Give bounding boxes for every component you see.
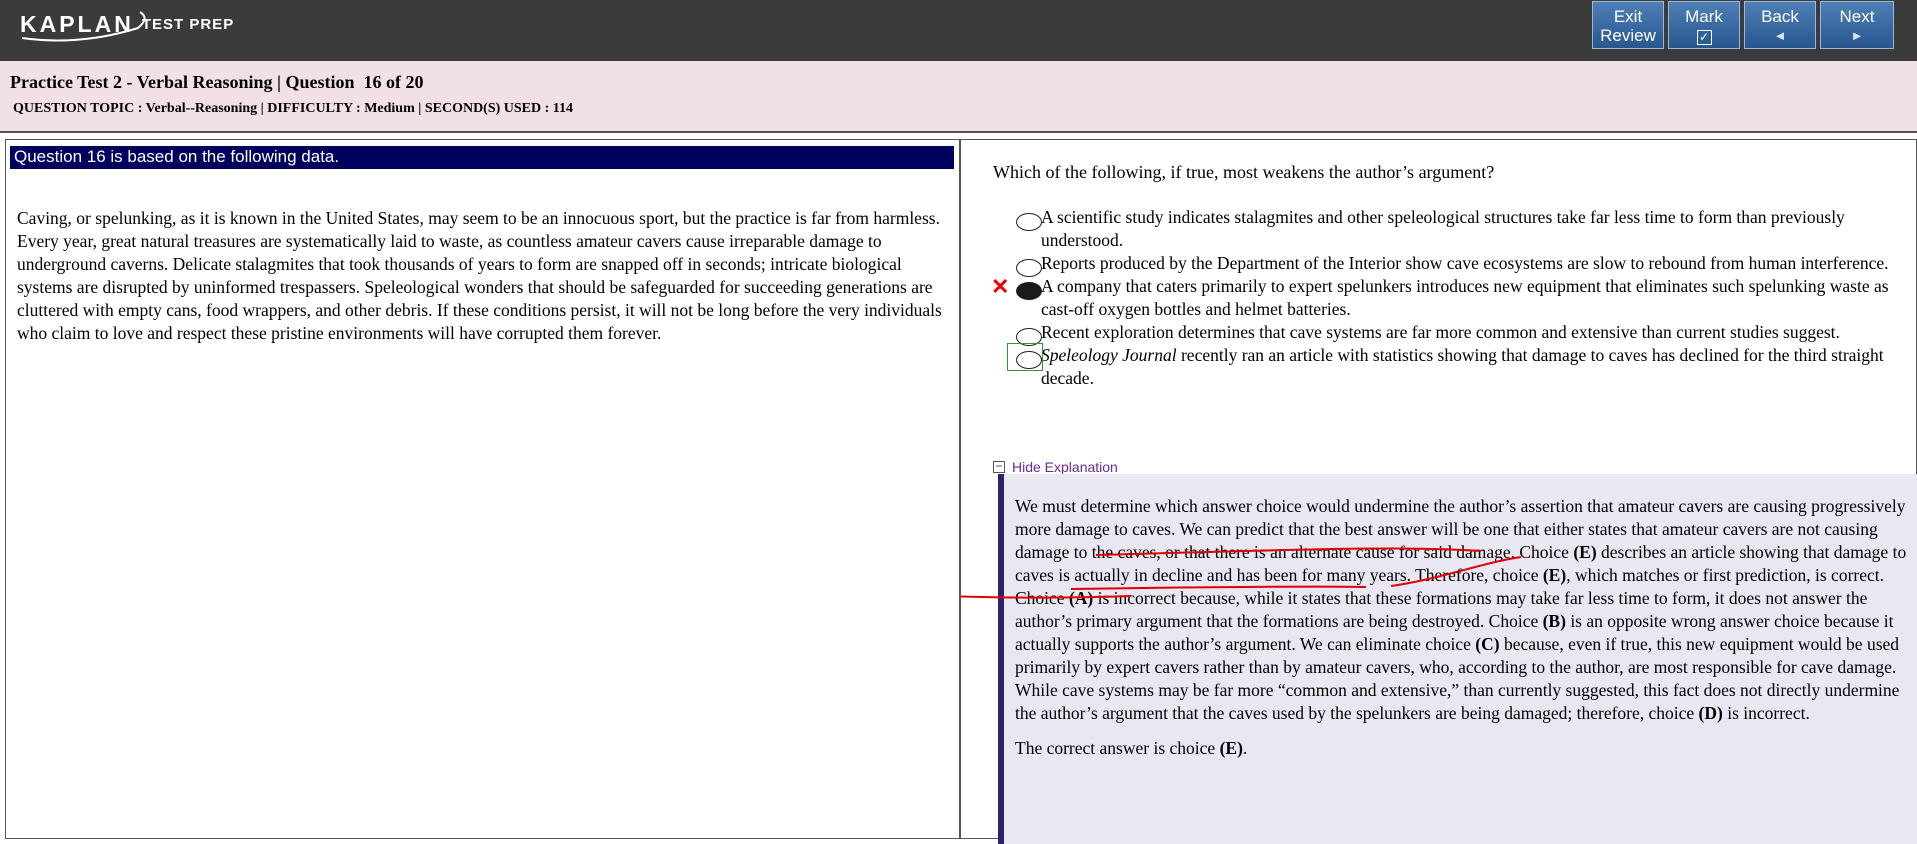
explanation-segment: . bbox=[1242, 738, 1248, 758]
question-pane: Which of the following, if true, most we… bbox=[960, 139, 1917, 844]
choice-ref: (A) bbox=[1068, 588, 1094, 608]
question-stem: Which of the following, if true, most we… bbox=[993, 162, 1495, 182]
review-label: Review bbox=[1600, 26, 1656, 45]
choice-ref: (E) bbox=[1219, 738, 1243, 758]
exit-label: Exit bbox=[1613, 7, 1643, 26]
choice-a-radio[interactable] bbox=[1016, 213, 1042, 231]
passage-heading: Question 16 is based on the following da… bbox=[10, 146, 954, 169]
mark-checkbox-icon: ✓ bbox=[1696, 30, 1712, 45]
top-bar: KAPLAN TEST PREP Exit Review Mark ✓ Back… bbox=[0, 0, 1917, 61]
back-arrow-icon: ◄ bbox=[1773, 28, 1787, 43]
back-label: Back bbox=[1761, 7, 1799, 26]
kaplan-logo: KAPLAN TEST PREP bbox=[20, 4, 234, 44]
mark-button[interactable]: Mark ✓ bbox=[1668, 1, 1740, 49]
choice-b-text: Reports produced by the Department of th… bbox=[1041, 253, 1889, 273]
explanation-panel: We must determine which answer choice wo… bbox=[998, 474, 1917, 844]
choice-d-text: Recent exploration determines that cave … bbox=[1041, 322, 1840, 342]
choice-e-journal-title: Speleology Journal bbox=[1041, 345, 1177, 365]
answer-choices: A scientific study indicates stalagmites… bbox=[991, 206, 1911, 390]
logo-swoosh-icon bbox=[21, 11, 146, 42]
hide-explanation-label: Hide Explanation bbox=[1012, 459, 1118, 475]
next-label: Next bbox=[1839, 7, 1875, 26]
choice-e-radio[interactable] bbox=[1016, 351, 1042, 369]
choice-b[interactable]: Reports produced by the Department of th… bbox=[991, 252, 1911, 277]
explanation-segment: is incorrect. bbox=[1722, 703, 1810, 723]
explanation-segment: The correct answer is choice bbox=[1015, 738, 1220, 758]
question-meta: QUESTION TOPIC : Verbal--Reasoning | DIF… bbox=[13, 101, 574, 116]
choice-ref: (E) bbox=[1542, 565, 1567, 585]
choice-c-text: A company that caters primarily to exper… bbox=[1041, 276, 1889, 319]
choice-e[interactable]: Speleology Journal recently ran an artic… bbox=[991, 343, 1911, 390]
correct-answer-statement: The correct answer is choice (E). bbox=[1015, 737, 1917, 760]
choice-ref: (B) bbox=[1542, 611, 1566, 631]
passage-pane: Question 16 is based on the following da… bbox=[5, 139, 960, 839]
choice-a[interactable]: A scientific study indicates stalagmites… bbox=[991, 206, 1911, 252]
choice-ref: (C) bbox=[1475, 634, 1500, 654]
next-arrow-icon: ► bbox=[1850, 28, 1864, 43]
mark-label: Mark bbox=[1685, 7, 1723, 26]
choice-c[interactable]: ✕ A company that caters primarily to exp… bbox=[991, 275, 1911, 321]
passage-text: Caving, or spelunking, as it is known in… bbox=[17, 208, 942, 343]
next-button[interactable]: Next ► bbox=[1820, 1, 1894, 49]
back-button[interactable]: Back ◄ bbox=[1744, 1, 1816, 49]
incorrect-x-icon: ✕ bbox=[991, 274, 1010, 299]
explanation-text: We must determine which answer choice wo… bbox=[1015, 495, 1917, 725]
hide-explanation-toggle[interactable]: − Hide Explanation bbox=[993, 459, 1118, 475]
page-title: Practice Test 2 - Verbal Reasoning | Que… bbox=[10, 72, 424, 92]
choice-c-radio[interactable] bbox=[1016, 282, 1042, 300]
brand-subtitle: TEST PREP bbox=[141, 15, 235, 33]
exit-review-button[interactable]: Exit Review bbox=[1592, 1, 1664, 49]
choice-a-text: A scientific study indicates stalagmites… bbox=[1041, 207, 1845, 250]
choice-ref: (D) bbox=[1698, 703, 1723, 723]
choice-ref: (E) bbox=[1573, 542, 1597, 562]
collapse-icon: − bbox=[993, 460, 1005, 473]
nav-buttons: Exit Review Mark ✓ Back ◄ Next ► bbox=[1592, 1, 1894, 49]
choice-d[interactable]: Recent exploration determines that cave … bbox=[991, 321, 1911, 346]
